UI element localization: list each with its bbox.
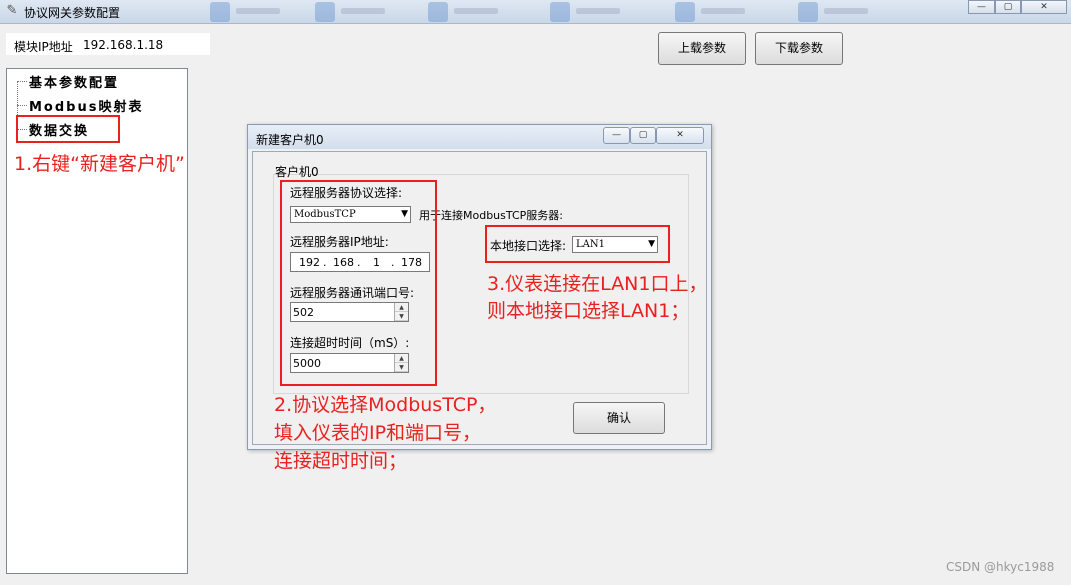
annotation-step1: 1.右键“新建客户机” xyxy=(14,153,185,175)
annotation-box-step1 xyxy=(16,115,120,143)
window-titlebar: ✎ 协议网关参数配置 — ▢ ✕ xyxy=(0,0,1071,24)
config-tree: 基本参数配置 Modbus映射表 数据交换 xyxy=(6,68,188,574)
download-params-button[interactable]: 下载参数 xyxy=(755,32,843,65)
tree-branch xyxy=(17,81,27,82)
annotation-box-step2 xyxy=(280,180,437,386)
group-label: 客户机0 xyxy=(275,165,319,179)
annotation-box-step3 xyxy=(485,225,670,263)
watermark: CSDN @hkyc1988 xyxy=(946,560,1055,574)
annotation-step3-line2: 则本地接口选择LAN1； xyxy=(487,300,690,322)
confirm-button[interactable]: 确认 xyxy=(573,402,665,434)
window-minimize-button[interactable]: — xyxy=(968,0,995,14)
dialog-close-button[interactable]: ✕ xyxy=(656,127,704,144)
window-title: 协议网关参数配置 xyxy=(24,6,121,20)
dialog-minimize-button[interactable]: — xyxy=(603,127,630,144)
background-taskbar-ghost xyxy=(150,0,950,24)
module-ip-value[interactable]: 192.168.1.18 xyxy=(83,38,163,52)
dialog-titlebar: 新建客户机0 — ▢ ✕ xyxy=(248,125,711,149)
tree-item-basic-params[interactable]: 基本参数配置 xyxy=(29,72,119,91)
window-close-button[interactable]: ✕ xyxy=(1021,0,1067,14)
window-maximize-button[interactable]: ▢ xyxy=(995,0,1021,14)
annotation-step2-line3: 连接超时时间； xyxy=(274,450,408,472)
tree-item-modbus-map[interactable]: Modbus映射表 xyxy=(29,96,143,115)
annotation-step3-line1: 3.仪表连接在LAN1口上， xyxy=(487,273,708,295)
annotation-step2-line2: 填入仪表的IP和端口号， xyxy=(274,422,482,444)
tree-branch xyxy=(17,105,27,106)
module-ip-label: 模块IP地址 xyxy=(14,40,73,54)
dialog-title: 新建客户机0 xyxy=(256,133,324,147)
wrench-icon: ✎ xyxy=(6,3,18,18)
dialog-maximize-button[interactable]: ▢ xyxy=(630,127,656,144)
protocol-hint: 用于连接ModbusTCP服务器: xyxy=(419,209,563,222)
annotation-step2-line1: 2.协议选择ModbusTCP， xyxy=(274,394,497,416)
upload-params-button[interactable]: 上载参数 xyxy=(658,32,746,65)
